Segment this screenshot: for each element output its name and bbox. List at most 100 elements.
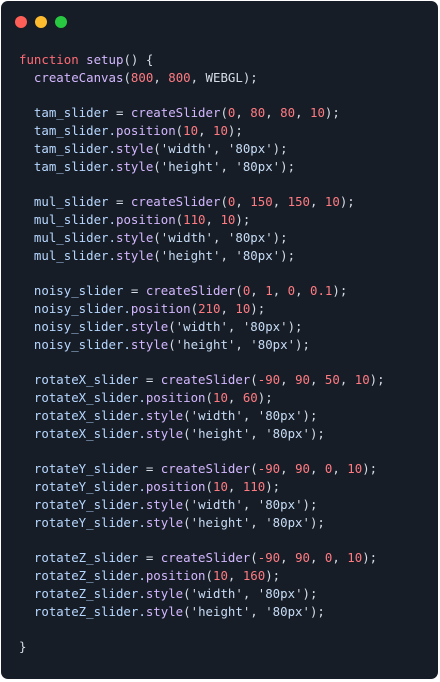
code-line: rotateZ_slider.style('width', '80px'); [19, 585, 318, 603]
code-token: ( [250, 372, 258, 388]
minimize-window-icon[interactable] [35, 16, 47, 28]
code-token: -90 [257, 461, 281, 477]
code-token: , [280, 461, 296, 477]
code-token: ( [205, 479, 213, 495]
code-token: ( [123, 69, 131, 85]
code-line: createCanvas(800, 800, WEBGL); [19, 69, 258, 87]
code-token: style [130, 336, 169, 352]
code-token: width [198, 586, 236, 601]
code-token: noisy_slider [19, 283, 131, 299]
code-token: ', ' [242, 425, 273, 441]
code-token: (' [168, 336, 184, 352]
code-token: width [183, 319, 221, 334]
code-line: mul_slider.style('width', '80px'); [19, 229, 288, 247]
code-token: 80px [265, 408, 296, 423]
code-token: tam_slider. [19, 123, 116, 139]
close-window-icon[interactable] [15, 16, 27, 28]
code-token: 10 [347, 550, 363, 566]
code-token: 10 [347, 461, 363, 477]
code-token: 10 [212, 568, 228, 584]
code-token: tam_slider [19, 105, 116, 121]
code-token: ', ' [242, 514, 273, 530]
code-token: , [280, 550, 296, 566]
code-token: function [19, 52, 87, 67]
code-token: style [115, 141, 154, 156]
maximize-window-icon[interactable] [55, 16, 67, 28]
code-line: rotateX_slider = createSlider(-90, 90, 5… [19, 371, 385, 389]
code-token: ', ' [227, 336, 258, 352]
code-token: rotateY_slider [19, 461, 146, 477]
code-token: rotateY_slider. [19, 479, 146, 495]
code-token: '); [265, 141, 288, 156]
code-token: ', ' [205, 230, 236, 245]
code-token: ); [362, 550, 378, 566]
code-token: rotateX_slider [19, 372, 146, 388]
code-token: 10 [309, 105, 325, 121]
code-token: '); [272, 158, 296, 174]
code-line: noisy_slider.position(210, 10); [19, 300, 265, 318]
code-token: style [145, 497, 184, 512]
code-token: mul_slider. [19, 230, 116, 245]
code-token: (' [183, 497, 199, 512]
code-token: , [265, 105, 281, 121]
code-token: ); [235, 212, 251, 228]
code-token: rotateY_slider. [19, 514, 146, 530]
code-token: , [227, 390, 243, 406]
code-token: createSlider [130, 105, 221, 121]
code-token: createSlider [160, 550, 251, 566]
code-line: rotateX_slider.style('height', '80px'); [19, 425, 325, 443]
code-token: width [198, 408, 236, 423]
code-token: , [280, 372, 296, 388]
code-token: (' [183, 603, 199, 619]
code-line: rotateZ_slider.position(10, 160); [19, 567, 280, 585]
code-token: () { [123, 52, 154, 67]
code-token: 80px [257, 336, 288, 352]
code-token: , [272, 283, 288, 299]
code-token: , [310, 194, 325, 210]
code-token: 80px [235, 230, 266, 245]
code-token: 80px [272, 603, 303, 619]
code-token: setup [86, 52, 124, 67]
code-token: ( [220, 194, 228, 210]
code-token: ( [205, 568, 213, 584]
code-token: ); [332, 283, 348, 299]
code-token: position [130, 301, 191, 317]
code-token: style [145, 408, 184, 423]
code-token: 80px [235, 141, 266, 156]
code-token: 150 [250, 194, 273, 210]
code-token: (' [183, 425, 199, 441]
code-token: , [295, 283, 310, 299]
code-token: rotateZ_slider. [19, 603, 146, 619]
code-token: style [145, 586, 184, 601]
code-line: tam_slider = createSlider(0, 80, 80, 10)… [19, 104, 340, 122]
code-token: noisy_slider. [19, 319, 131, 334]
code-token: ( [190, 301, 199, 317]
code-token: createSlider [130, 194, 221, 210]
code-token: 150 [287, 194, 310, 210]
code-token: noisy_slider. [19, 301, 131, 317]
code-token: ); [257, 390, 273, 406]
code-token: height [168, 247, 213, 263]
code-line: rotateX_slider.position(10, 60); [19, 389, 273, 407]
code-token: mul_slider. [19, 212, 116, 228]
code-token: 80 [250, 105, 266, 121]
code-token: 10 [183, 123, 199, 139]
code-token: (' [183, 408, 199, 423]
code-token: width [198, 497, 236, 512]
code-token: (' [168, 319, 184, 334]
code-token: , [235, 105, 251, 121]
code-token: width [168, 141, 206, 156]
code-line: tam_slider.style('width', '80px'); [19, 140, 288, 158]
code-token: 10 [212, 390, 228, 406]
code-token: height [183, 336, 228, 352]
code-token: = [115, 194, 131, 210]
code-token: rotateZ_slider. [19, 586, 146, 601]
code-token: ', ' [235, 497, 266, 512]
code-token: createSlider [145, 283, 236, 299]
code-token: 110 [183, 212, 206, 228]
code-token: ', ' [220, 319, 251, 334]
code-token: createCanvas [33, 69, 124, 85]
code-token: tam_slider. [19, 141, 116, 156]
code-token: , [309, 372, 325, 388]
